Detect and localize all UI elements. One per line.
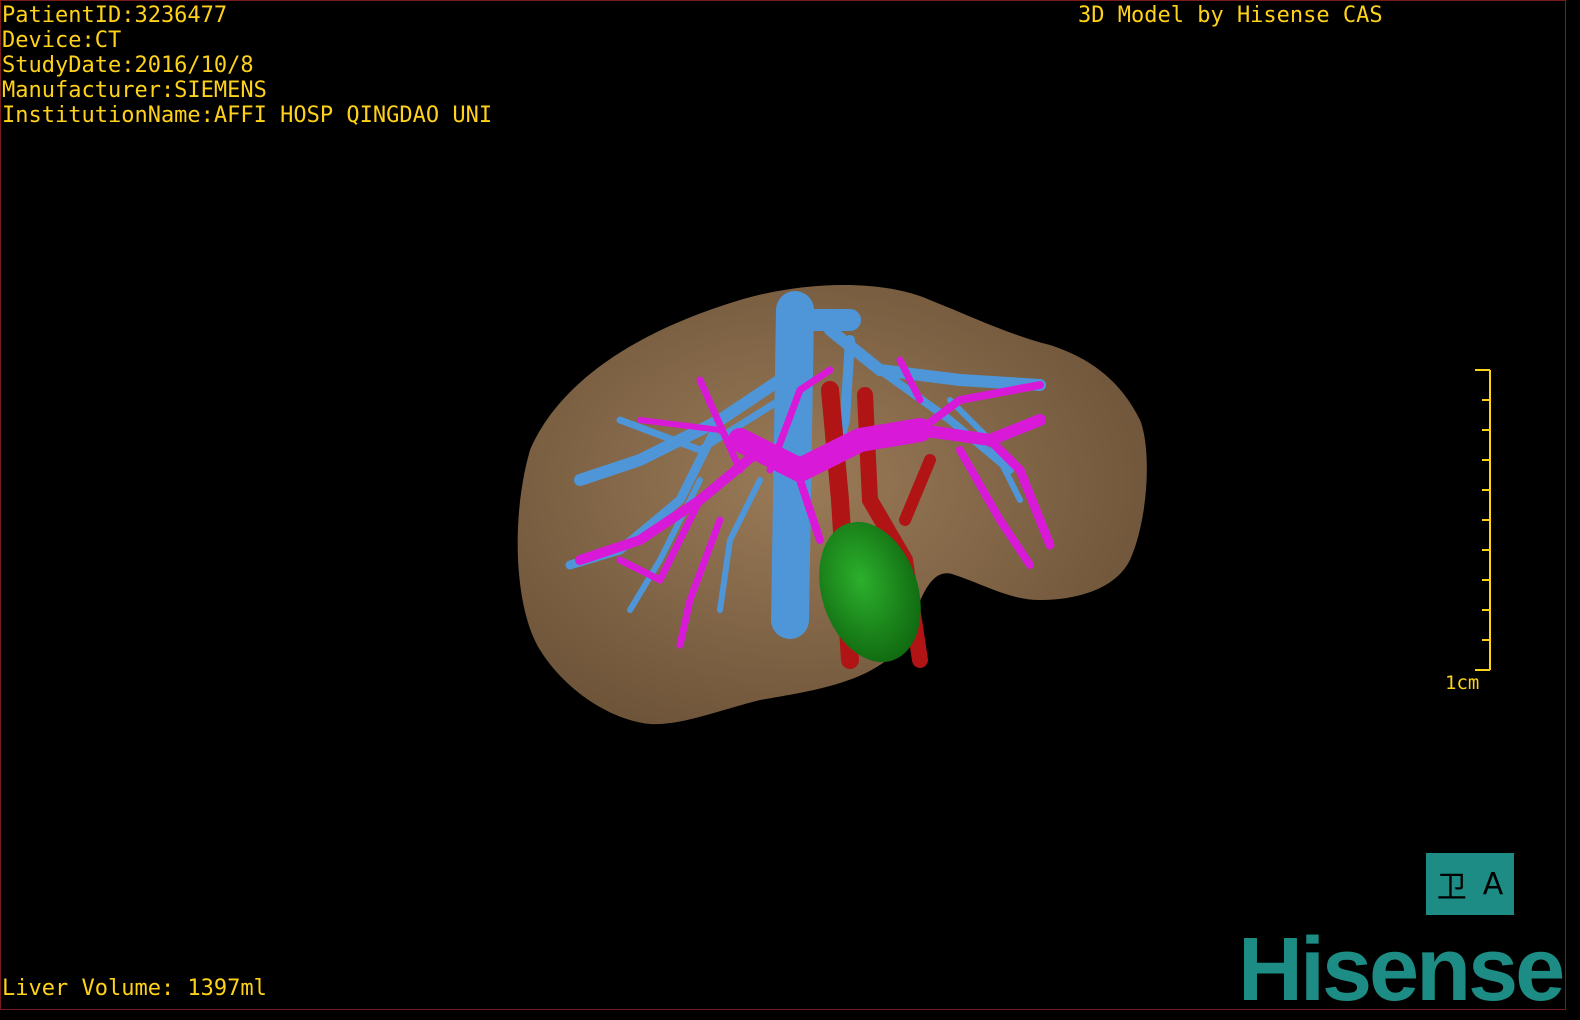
liver-volume: Liver Volume: 1397ml: [2, 976, 267, 1001]
orientation-left-glyph: 卫: [1436, 870, 1467, 905]
scale-bar: [1475, 369, 1491, 671]
hisense-logo: Hisense: [1238, 920, 1565, 1020]
orientation-anterior-glyph: A: [1482, 866, 1504, 902]
scale-label: 1cm: [1445, 672, 1480, 694]
3d-liver-model-viewport[interactable]: [0, 0, 1566, 1010]
orientation-cube[interactable]: 卫 A: [1426, 853, 1514, 915]
